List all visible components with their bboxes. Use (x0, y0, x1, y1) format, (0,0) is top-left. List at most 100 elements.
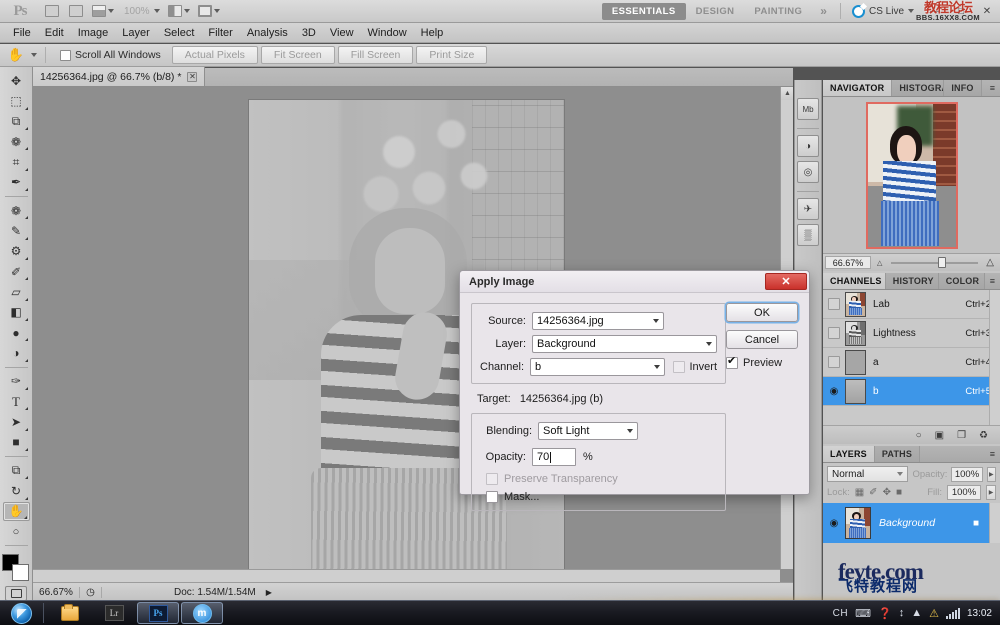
tab-layers[interactable]: LAYERS (823, 446, 875, 462)
hand-tool[interactable]: ✋ (3, 502, 30, 522)
3d-orbit-tool[interactable]: ↻ (3, 481, 30, 500)
menu-view[interactable]: View (323, 25, 361, 41)
menu-edit[interactable]: Edit (38, 25, 71, 41)
channel-visibility-toggle[interactable] (823, 356, 845, 368)
navigator-zoom-value[interactable]: 66.67% (825, 256, 871, 269)
gradient-tool[interactable]: ◧ (3, 303, 30, 322)
navigator-panel-menu-icon[interactable]: ≡ (985, 80, 1000, 96)
mini-bridge-icon[interactable]: Mb (797, 98, 819, 120)
quick-mask-button[interactable] (5, 586, 27, 601)
status-menu-arrow[interactable]: ▶ (266, 588, 272, 597)
tab-color[interactable]: COLOR (939, 273, 985, 289)
3d-rotate-tool[interactable]: ⧉ (3, 461, 30, 480)
opacity-input[interactable]: 70 (532, 448, 576, 466)
taskbar-maxthon[interactable]: m (181, 602, 223, 624)
arrange-documents-button[interactable] (165, 2, 193, 21)
masks-icon[interactable]: ◎ (797, 161, 819, 183)
clone-stamp-tool[interactable]: ⚙ (3, 242, 30, 261)
canvas-horizontal-scrollbar[interactable] (33, 569, 780, 582)
path-selection-tool[interactable]: ➤ (3, 412, 30, 431)
blur-tool[interactable]: ● (3, 323, 30, 342)
tab-history[interactable]: HISTORY (886, 273, 939, 289)
tab-paths[interactable]: PATHS (875, 446, 920, 462)
history-brush-tool[interactable]: ✐ (3, 262, 30, 281)
ok-button[interactable]: OK (726, 303, 798, 322)
invert-checkbox[interactable]: Invert (673, 361, 717, 373)
taskbar-lightroom[interactable]: Lr (93, 602, 135, 624)
color-swatches[interactable] (2, 554, 30, 580)
hand-tool-icon[interactable]: ✋ (4, 46, 28, 65)
zoom-out-icon[interactable]: △ (877, 259, 882, 267)
clock[interactable]: 13:02 (967, 608, 992, 619)
channel-row-b[interactable]: ◉ b Ctrl+5 (823, 377, 1000, 406)
navigator-zoom-slider[interactable]: △ △ (877, 256, 994, 270)
print-size-button[interactable]: Print Size (416, 46, 487, 64)
lock-image-pixels-icon[interactable]: ✐ (869, 487, 877, 498)
updown-icon[interactable]: ↕ (899, 607, 905, 619)
screen-mode-button[interactable] (195, 2, 223, 21)
taskbar-windows-explorer[interactable] (49, 602, 91, 624)
lock-transparent-pixels-icon[interactable]: ▦ (855, 487, 864, 498)
save-selection-as-channel-icon[interactable]: ▣ (935, 430, 944, 441)
channels-scrollbar[interactable] (989, 290, 1000, 425)
tab-channels[interactable]: CHANNELS (823, 273, 886, 289)
styles-icon[interactable]: ✈ (797, 198, 819, 220)
lasso-tool[interactable]: ⧉ (3, 112, 30, 131)
tab-info[interactable]: INFO (944, 80, 981, 96)
opacity-stepper[interactable]: ▶ (987, 467, 996, 482)
blending-select[interactable]: Soft Light (538, 422, 638, 440)
scroll-up-arrow[interactable]: ▲ (781, 87, 793, 100)
workspace-painting[interactable]: PAINTING (744, 3, 812, 20)
channels-panel-menu-icon[interactable]: ≡ (985, 273, 1000, 289)
fill-screen-button[interactable]: Fill Screen (338, 46, 414, 64)
layers-panel-menu-icon[interactable]: ≡ (985, 446, 1000, 462)
launch-mini-bridge-button[interactable] (65, 2, 87, 21)
start-button[interactable] (3, 602, 39, 625)
blend-mode-select[interactable]: Normal (827, 466, 908, 482)
dialog-title-bar[interactable]: Apply Image ✕ (460, 271, 809, 293)
type-tool[interactable]: T (3, 392, 30, 411)
menu-3d[interactable]: 3D (295, 25, 323, 41)
network-signal-icon[interactable] (946, 608, 960, 619)
status-zoom-value[interactable]: 66.67% (33, 587, 80, 598)
close-icon[interactable]: ✕ (187, 72, 197, 82)
menu-help[interactable]: Help (414, 25, 451, 41)
opacity-value[interactable]: 100% (951, 467, 982, 482)
layer-row-background[interactable]: ◉ Background ■ (823, 503, 989, 543)
zoom-level-selector[interactable]: 100% (119, 2, 163, 21)
fit-screen-button[interactable]: Fit Screen (261, 46, 335, 64)
background-color-swatch[interactable] (12, 564, 29, 581)
channel-row-lightness[interactable]: Lightness Ctrl+3 (823, 319, 1000, 348)
lock-position-icon[interactable]: ✥ (883, 487, 891, 498)
marquee-tool[interactable]: ⬚ (3, 91, 30, 110)
keyboard-icon[interactable]: ⌨ (855, 607, 871, 620)
crop-tool[interactable]: ⌗ (3, 152, 30, 171)
view-extras-button[interactable] (89, 2, 117, 21)
layer-visibility-toggle[interactable]: ◉ (823, 518, 845, 529)
zoom-in-icon[interactable]: △ (986, 257, 994, 268)
fill-stepper[interactable]: ▶ (986, 485, 996, 500)
document-tab[interactable]: 14256364.jpg @ 66.7% (b/8) * ✕ (33, 67, 205, 86)
channel-row-lab[interactable]: Lab Ctrl+2 (823, 290, 1000, 319)
adjustments-icon[interactable]: ◑ (797, 135, 819, 157)
chevron-down-icon[interactable] (31, 53, 37, 57)
workspace-essentials[interactable]: ESSENTIALS (602, 3, 686, 20)
tab-navigator[interactable]: NAVIGATOR (823, 80, 892, 96)
create-new-channel-icon[interactable]: ❐ (957, 430, 966, 441)
brush-tool[interactable]: ✎ (3, 221, 30, 240)
menu-file[interactable]: File (6, 25, 38, 41)
mask-checkbox[interactable]: Mask... (486, 491, 717, 503)
quick-selection-tool[interactable]: ❁ (3, 132, 30, 151)
workspace-design[interactable]: DESIGN (686, 3, 745, 20)
slider-knob[interactable] (938, 257, 946, 268)
actual-pixels-button[interactable]: Actual Pixels (172, 46, 258, 64)
channel-visibility-toggle[interactable]: ◉ (823, 386, 845, 397)
menu-filter[interactable]: Filter (201, 25, 239, 41)
swatches-icon[interactable]: ▒ (797, 224, 819, 246)
source-select[interactable]: 14256364.jpg (532, 312, 664, 330)
lock-all-icon[interactable]: ■ (896, 487, 902, 498)
fill-value[interactable]: 100% (947, 485, 981, 500)
menu-layer[interactable]: Layer (115, 25, 157, 41)
apply-image-dialog[interactable]: Apply Image ✕ Source: 14256364.jpg Layer… (459, 270, 810, 495)
launch-bridge-button[interactable] (41, 2, 63, 21)
